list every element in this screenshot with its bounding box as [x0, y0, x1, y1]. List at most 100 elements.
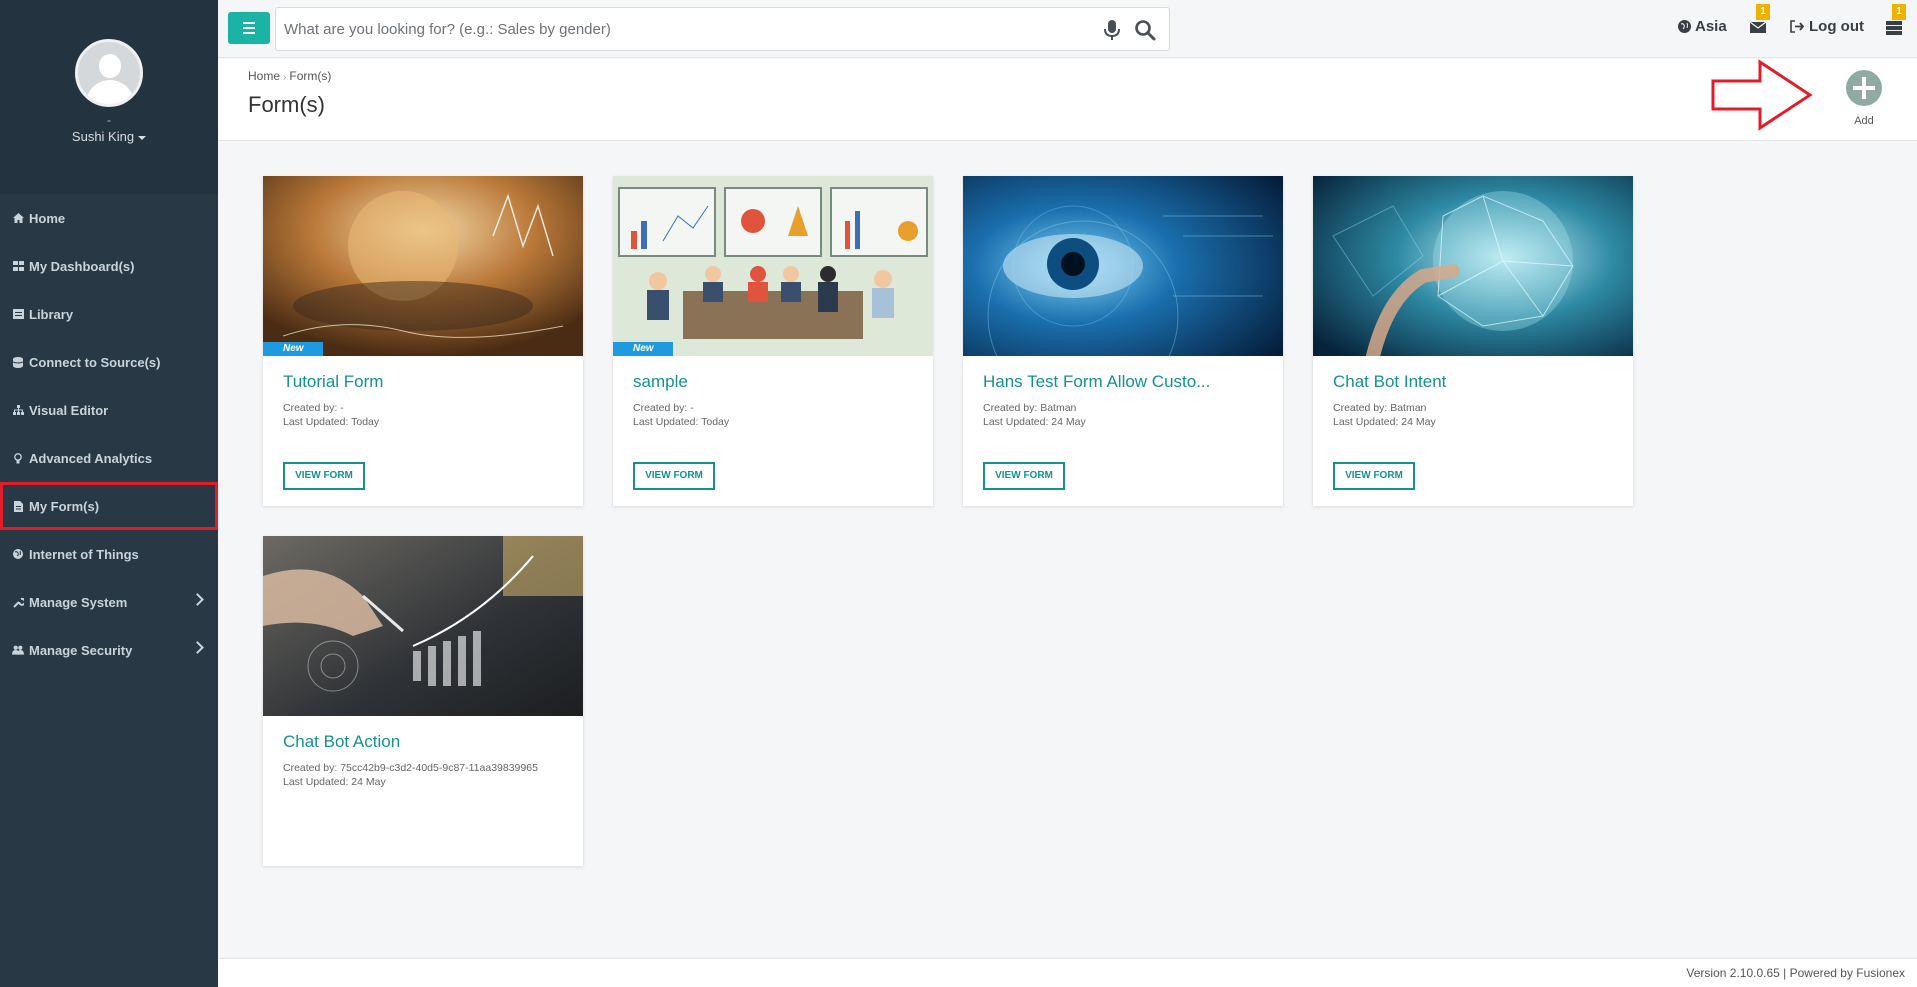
footer: Version 2.10.0.65 | Powered by Fusionex	[218, 958, 1917, 987]
page-header: Home › Form(s) Form(s) Add	[218, 59, 1917, 141]
search-icon[interactable]	[1134, 19, 1156, 41]
business-chart-image	[263, 536, 583, 716]
sidebar-item-label: My Form(s)	[29, 498, 100, 514]
card-thumbnail: New	[263, 176, 583, 356]
form-card: New sample Created by: - Last Updated: T…	[613, 176, 933, 506]
created-by: Created by: Batman	[1333, 402, 1427, 414]
created-by: Created by: 75cc42b9-c3d2-40d5-9c87-11aa…	[283, 762, 538, 774]
avatar[interactable]	[75, 39, 143, 107]
sitemap-icon	[12, 404, 24, 416]
card-meta: Created by: - Last Updated: Today	[633, 401, 729, 429]
sidebar-item-home[interactable]: Home	[0, 194, 218, 242]
microphone-icon[interactable]	[1102, 19, 1122, 41]
last-updated: Last Updated: Today	[283, 416, 380, 428]
sidebar-item-visual-editor[interactable]: Visual Editor	[0, 386, 218, 434]
server-icon[interactable]	[1886, 20, 1902, 36]
created-by: Created by: Batman	[983, 402, 1077, 414]
last-updated: Last Updated: 24 May	[1333, 416, 1436, 428]
breadcrumb-home[interactable]: Home	[248, 69, 280, 83]
sidebar-nav: Home My Dashboard(s) Library Connect to …	[0, 194, 218, 674]
form-card: New Tutorial Form Created by: - Last Upd…	[263, 176, 583, 506]
user-menu-toggle[interactable]: Sushi King	[71, 129, 147, 144]
sidebar-item-library[interactable]: Library	[0, 290, 218, 338]
sidebar-item-label: Visual Editor	[29, 402, 109, 418]
sidebar-item-manage-system[interactable]: Manage System	[0, 578, 218, 626]
form-card: Chat Bot Intent Created by: Batman Last …	[1313, 176, 1633, 506]
wrench-icon	[12, 596, 24, 608]
user-name: Sushi King	[71, 129, 135, 144]
view-form-button[interactable]: VIEW FORM	[1333, 462, 1415, 490]
search-input[interactable]	[284, 8, 1084, 50]
version-text: Version 2.10.0.65 | Powered by Fusionex	[1686, 966, 1905, 980]
card-meta: Created by: 75cc42b9-c3d2-40d5-9c87-11aa…	[283, 761, 538, 789]
card-title[interactable]: sample	[633, 372, 913, 392]
sidebar-item-label: Home	[29, 210, 66, 226]
database-icon	[12, 356, 24, 368]
card-title[interactable]: Tutorial Form	[283, 372, 563, 392]
search-box	[275, 7, 1170, 51]
sidebar-item-label: Connect to Source(s)	[29, 354, 161, 370]
meeting-illustration-image	[613, 176, 933, 356]
card-meta: Created by: Batman Last Updated: 24 May	[1333, 401, 1436, 429]
new-badge: New	[613, 342, 673, 356]
network-globe-image	[1313, 176, 1633, 356]
add-form-button[interactable]	[1846, 70, 1882, 106]
sidebar-item-label: My Dashboard(s)	[29, 258, 135, 274]
sidebar-item-iot[interactable]: Internet of Things	[0, 530, 218, 578]
created-by: Created by: -	[283, 402, 344, 414]
sidebar-item-label: Advanced Analytics	[29, 450, 153, 466]
sidebar-item-label: Manage System	[29, 594, 128, 610]
breadcrumb-separator: ›	[283, 72, 287, 83]
lightbulb-icon	[12, 452, 24, 464]
server-count-badge: 1	[1892, 4, 1906, 20]
mail-count-badge: 1	[1756, 4, 1770, 20]
card-thumbnail	[263, 536, 583, 716]
sidebar-item-advanced-analytics[interactable]: Advanced Analytics	[0, 434, 218, 482]
dashboard-icon	[12, 260, 24, 272]
card-thumbnail	[963, 176, 1283, 356]
view-form-button[interactable]: VIEW FORM	[983, 462, 1065, 490]
logout-icon	[1790, 20, 1804, 33]
sidebar-item-connect-sources[interactable]: Connect to Source(s)	[0, 338, 218, 386]
region-selector[interactable]: Asia	[1678, 18, 1727, 35]
add-label: Add	[1854, 115, 1874, 127]
caret-down-icon	[138, 135, 147, 140]
last-updated: Last Updated: 24 May	[283, 776, 386, 788]
chevron-right-icon	[191, 593, 204, 606]
menu-toggle-button[interactable]	[228, 12, 270, 44]
mail-icon[interactable]	[1750, 20, 1766, 34]
view-form-button[interactable]: VIEW FORM	[283, 462, 365, 490]
sidebar-item-manage-security[interactable]: Manage Security	[0, 626, 218, 674]
card-thumbnail	[1313, 176, 1633, 356]
logout-label: Log out	[1809, 18, 1864, 35]
new-badge: New	[263, 342, 323, 356]
top-bar: Asia 1 Log out 1	[218, 0, 1917, 58]
globe-icon	[1678, 20, 1691, 33]
user-profile: - Sushi King	[0, 0, 218, 194]
page-title: Form(s)	[248, 92, 325, 117]
user-dash: -	[107, 113, 111, 127]
home-icon	[12, 212, 24, 224]
card-title[interactable]: Chat Bot Intent	[1333, 372, 1613, 392]
library-icon	[12, 308, 24, 320]
sidebar-item-label: Internet of Things	[29, 546, 139, 562]
sidebar-item-label: Manage Security	[29, 642, 133, 658]
sidebar-item-dashboards[interactable]: My Dashboard(s)	[0, 242, 218, 290]
breadcrumb-current: Form(s)	[289, 69, 332, 83]
business-globe-image	[263, 176, 583, 356]
last-updated: Last Updated: Today	[633, 416, 730, 428]
card-thumbnail: New	[613, 176, 933, 356]
form-card: Chat Bot Action Created by: 75cc42b9-c3d…	[263, 536, 583, 866]
card-title[interactable]: Chat Bot Action	[283, 732, 563, 752]
view-form-button[interactable]: VIEW FORM	[633, 462, 715, 490]
arrow-annotation-icon	[1711, 59, 1813, 131]
chevron-right-icon	[191, 641, 204, 654]
logout-button[interactable]: Log out	[1790, 18, 1864, 35]
form-card: Hans Test Form Allow Custo... Created by…	[963, 176, 1283, 506]
last-updated: Last Updated: 24 May	[983, 416, 1086, 428]
card-title[interactable]: Hans Test Form Allow Custo...	[983, 372, 1263, 392]
sidebar-item-my-forms[interactable]: My Form(s)	[0, 482, 218, 530]
region-label: Asia	[1695, 18, 1727, 35]
sidebar-item-label: Library	[29, 306, 74, 322]
card-meta: Created by: Batman Last Updated: 24 May	[983, 401, 1086, 429]
